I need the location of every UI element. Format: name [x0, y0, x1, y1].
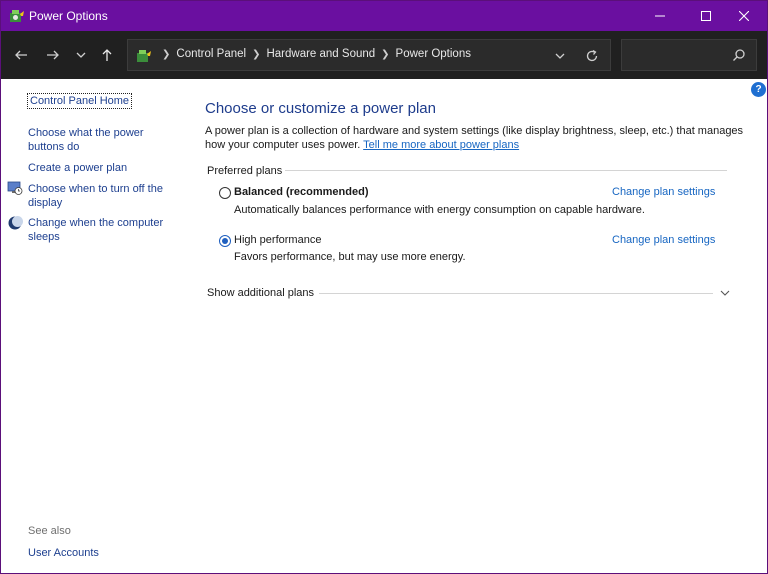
arrow-up-icon: [102, 49, 112, 61]
sidebar: Control Panel Home Choose what the power…: [1, 79, 181, 573]
high-performance-plan-radio[interactable]: [219, 235, 231, 247]
main-content: Choose or customize a power plan A power…: [181, 79, 767, 573]
power-options-window: Power Options ❯ Control Panel ❯ Hardware…: [0, 0, 768, 574]
description-line-2: how your computer uses power.: [205, 139, 361, 151]
sidebar-item-label: sleeps: [28, 231, 60, 243]
high-performance-change-plan-settings-link[interactable]: Change plan settings: [612, 234, 715, 246]
tell-me-more-link[interactable]: Tell me more about power plans: [363, 139, 519, 151]
breadcrumb-control-panel[interactable]: Control Panel: [176, 48, 246, 60]
breadcrumb-hardware-and-sound[interactable]: Hardware and Sound: [266, 48, 375, 60]
balanced-plan-name[interactable]: Balanced (recommended): [234, 186, 368, 198]
balanced-plan-radio[interactable]: [219, 187, 231, 199]
see-also-heading: See also: [28, 525, 71, 537]
minimize-button[interactable]: [637, 1, 683, 31]
up-button[interactable]: [95, 43, 119, 67]
search-input[interactable]: [628, 46, 728, 64]
sidebar-item-computer-sleeps[interactable]: Change when the computer sleeps: [28, 216, 163, 244]
description-line-1: A power plan is a collection of hardware…: [205, 125, 744, 137]
sidebar-item-power-buttons[interactable]: Choose what the power buttons do: [28, 126, 144, 154]
navigation-bar: ❯ Control Panel ❯ Hardware and Sound ❯ P…: [1, 31, 767, 79]
title-bar: Power Options: [1, 1, 767, 31]
divider: [285, 170, 727, 171]
breadcrumb: ❯ Control Panel ❯ Hardware and Sound ❯ P…: [156, 48, 471, 60]
chevron-down-icon: [76, 52, 86, 58]
breadcrumb-power-options[interactable]: Power Options: [396, 48, 471, 60]
divider: [319, 293, 713, 294]
sidebar-item-label: Create a power plan: [28, 162, 128, 174]
sidebar-item-turn-off-display[interactable]: Choose when to turn off the display: [28, 182, 163, 210]
page-description: A power plan is a collection of hardware…: [205, 124, 765, 152]
sidebar-item-create-plan[interactable]: Create a power plan: [28, 161, 127, 175]
sidebar-item-label: buttons do: [28, 141, 80, 153]
refresh-icon: [586, 49, 598, 62]
close-icon: [739, 11, 749, 21]
power-options-location-icon: [137, 50, 151, 62]
sidebar-item-label: Choose what the power: [28, 127, 144, 139]
address-history-button[interactable]: [552, 48, 568, 64]
sidebar-item-label: display: [28, 197, 63, 209]
balanced-change-plan-settings-link[interactable]: Change plan settings: [612, 186, 715, 198]
page-title: Choose or customize a power plan: [205, 100, 436, 117]
preferred-plans-heading: Preferred plans: [207, 165, 283, 177]
recent-locations-button[interactable]: [69, 43, 93, 67]
maximize-icon: [701, 11, 711, 21]
user-accounts-link[interactable]: User Accounts: [28, 546, 99, 560]
forward-button[interactable]: [41, 43, 65, 67]
moon-icon: [8, 216, 23, 230]
chevron-down-icon[interactable]: [719, 287, 731, 299]
refresh-button[interactable]: [584, 48, 600, 64]
show-additional-plans-toggle[interactable]: Show additional plans: [207, 287, 314, 299]
minimize-icon: [655, 15, 665, 17]
arrow-left-icon: [15, 50, 27, 60]
window-title: Power Options: [29, 9, 108, 23]
high-performance-plan-description: Favors performance, but may use more ene…: [234, 251, 466, 263]
breadcrumb-separator-icon[interactable]: ❯: [381, 49, 389, 60]
breadcrumb-separator-icon[interactable]: ❯: [162, 49, 170, 60]
power-options-app-icon: [10, 10, 24, 22]
arrow-right-icon: [47, 50, 59, 60]
sidebar-item-label: Change when the computer: [28, 217, 164, 229]
back-button[interactable]: [9, 43, 33, 67]
monitor-clock-icon: [7, 181, 23, 195]
chevron-down-icon: [555, 53, 565, 59]
address-bar[interactable]: ❯ Control Panel ❯ Hardware and Sound ❯ P…: [127, 39, 611, 71]
balanced-plan-description: Automatically balances performance with …: [234, 204, 645, 216]
control-panel-home-link[interactable]: Control Panel Home: [27, 93, 133, 109]
search-icon: [733, 49, 745, 61]
search-box[interactable]: [621, 39, 757, 71]
high-performance-plan-name[interactable]: High performance: [234, 234, 321, 246]
close-button[interactable]: [721, 1, 767, 31]
sidebar-item-label: Choose when to turn off the: [28, 183, 163, 195]
breadcrumb-separator-icon[interactable]: ❯: [252, 49, 260, 60]
